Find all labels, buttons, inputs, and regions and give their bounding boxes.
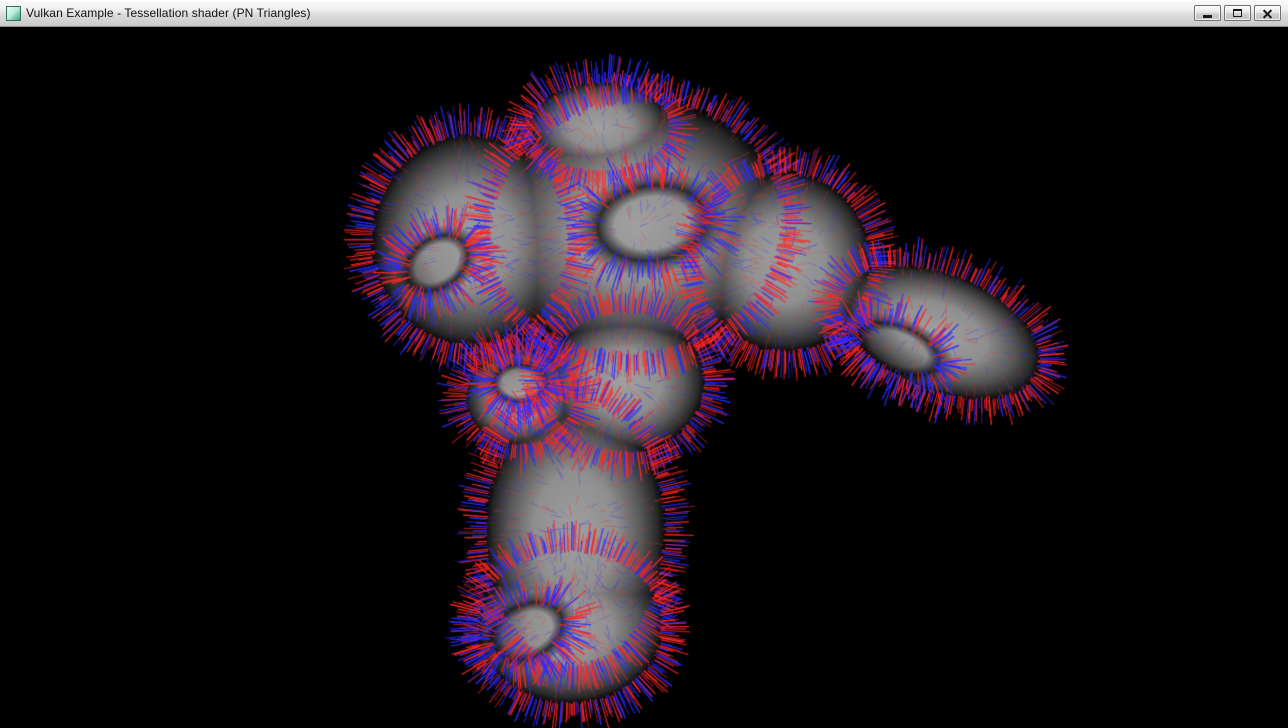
maximize-button[interactable] <box>1224 5 1251 21</box>
render-canvas[interactable] <box>0 27 1288 728</box>
close-button[interactable] <box>1254 5 1281 21</box>
minimize-button[interactable] <box>1194 5 1221 21</box>
viewport <box>0 27 1288 728</box>
app-window: Vulkan Example - Tessellation shader (PN… <box>0 0 1288 728</box>
window-title: Vulkan Example - Tessellation shader (PN… <box>26 6 311 20</box>
minimize-icon <box>1203 15 1212 18</box>
close-icon <box>1262 8 1273 19</box>
app-icon <box>6 6 21 21</box>
titlebar[interactable]: Vulkan Example - Tessellation shader (PN… <box>0 0 1288 27</box>
window-controls <box>1194 5 1288 21</box>
maximize-icon <box>1233 9 1242 17</box>
